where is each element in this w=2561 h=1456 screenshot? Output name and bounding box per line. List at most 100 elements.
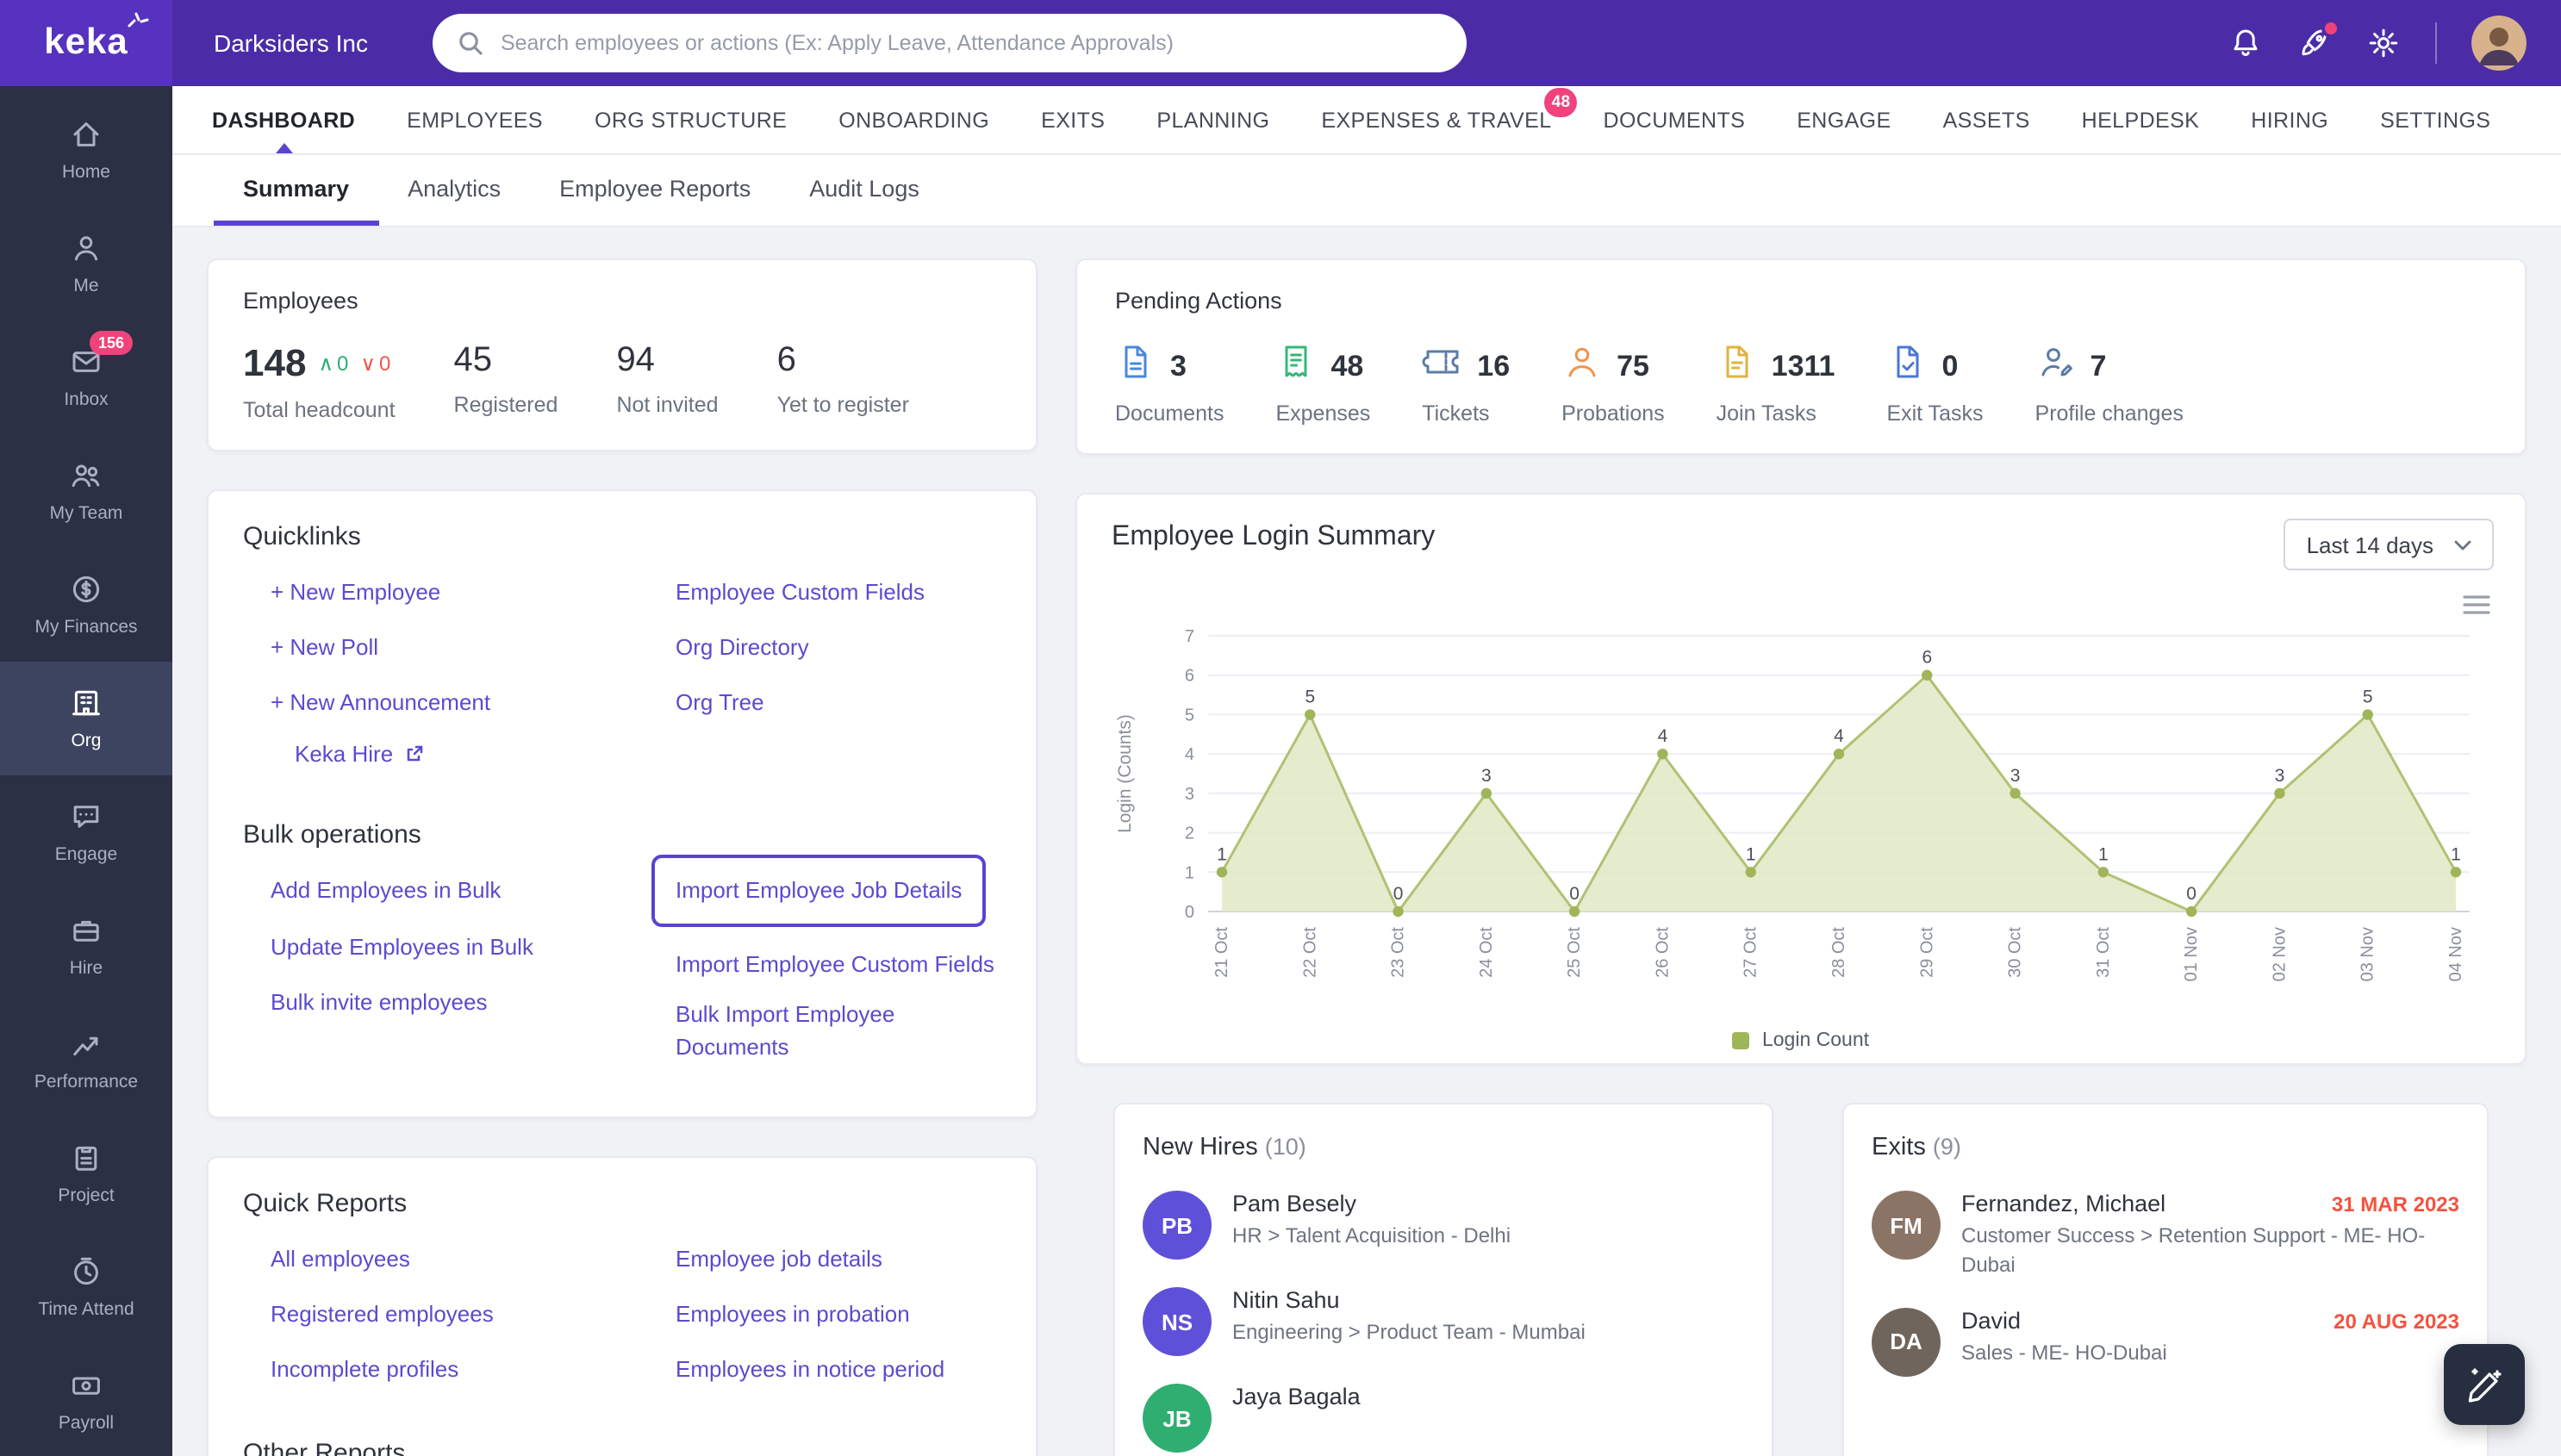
- quicklink-org-tree[interactable]: Org Tree: [676, 688, 764, 721]
- receipt-icon: [1275, 341, 1317, 391]
- nav-tab-assets[interactable]: ASSETS: [1917, 86, 2056, 153]
- sidebar-item-org[interactable]: Org: [0, 662, 172, 775]
- bulk-invite-employees[interactable]: Bulk invite employees: [271, 987, 487, 1020]
- quicklink-keka-hire[interactable]: Keka Hire: [295, 738, 393, 771]
- bulk-import-documents[interactable]: Bulk Import Employee Documents: [676, 999, 1001, 1064]
- nav-tab-employees[interactable]: EMPLOYEES: [381, 86, 569, 153]
- bulk-add-employees[interactable]: Add Employees in Bulk: [271, 876, 501, 909]
- date-range-dropdown[interactable]: Last 14 days: [2284, 519, 2494, 570]
- sidebar-item-home[interactable]: Home: [0, 93, 172, 207]
- new-hire-row[interactable]: NS Nitin Sahu Engineering > Product Team…: [1143, 1287, 1744, 1356]
- settings-gear-icon[interactable]: [2366, 26, 2401, 60]
- subtab-audit-logs[interactable]: Audit Logs: [780, 155, 949, 226]
- subtab-label: Employee Reports: [559, 175, 751, 201]
- sidebar-item-me[interactable]: Me: [0, 207, 172, 320]
- main-area: DASHBOARD EMPLOYEES ORG STRUCTURE ONBOAR…: [172, 86, 2561, 1456]
- nav-tab-engage[interactable]: ENGAGE: [1771, 86, 1916, 153]
- sidebar-item-project[interactable]: Project: [0, 1117, 172, 1230]
- hire-icon: [69, 913, 103, 948]
- bulk-import-job-details[interactable]: Import Employee Job Details: [676, 876, 962, 909]
- person-icon: [1561, 341, 1603, 391]
- nav-tab-label: DASHBOARD: [212, 108, 356, 132]
- sidebar-item-engage[interactable]: Engage: [0, 775, 172, 889]
- sidebar-item-payroll[interactable]: Payroll: [0, 1344, 172, 1456]
- inbox-badge: 156: [90, 331, 134, 355]
- svg-text:5: 5: [1185, 706, 1194, 725]
- sidebar-item-time-attend[interactable]: Time Attend: [0, 1230, 172, 1344]
- report-employees-notice-period[interactable]: Employees in notice period: [676, 1354, 944, 1387]
- pending-label: Profile changes: [2034, 401, 2184, 426]
- nav-tab-expenses-travel[interactable]: EXPENSES & TRAVEL 48: [1295, 86, 1578, 153]
- nav-tab-documents[interactable]: DOCUMENTS: [1578, 86, 1772, 153]
- pending-join-tasks[interactable]: 1311 Join Tasks: [1717, 341, 1835, 426]
- nav-tab-label: ORG STRUCTURE: [594, 108, 788, 132]
- exit-row[interactable]: DA David 20 AUG 2023 Sales - ME- HO-Duba…: [1872, 1307, 2459, 1377]
- report-employee-job-details[interactable]: Employee job details: [676, 1244, 882, 1277]
- chart-context-menu-icon[interactable]: [2463, 594, 2490, 615]
- pending-tickets[interactable]: 16 Tickets: [1422, 341, 1510, 426]
- pending-documents[interactable]: 3 Documents: [1115, 341, 1224, 426]
- avatar: DA: [1872, 1307, 1941, 1377]
- svg-text:25 Oct: 25 Oct: [1565, 927, 1584, 978]
- sidebar: Home Me 156 Inbox My Team My Finances Or…: [0, 86, 172, 1456]
- nav-tab-org-structure[interactable]: ORG STRUCTURE: [569, 86, 813, 153]
- pending-expenses[interactable]: 48 Expenses: [1275, 341, 1370, 426]
- user-avatar[interactable]: [2471, 16, 2527, 71]
- sidebar-item-label: Me: [73, 276, 99, 296]
- assistant-button[interactable]: [2444, 1344, 2525, 1425]
- svg-text:29 Oct: 29 Oct: [1917, 927, 1936, 978]
- subtab-summary[interactable]: Summary: [214, 155, 379, 226]
- avatar: PB: [1143, 1191, 1212, 1260]
- document-icon: [1115, 341, 1156, 391]
- chart-legend[interactable]: Login Count: [1112, 1030, 2490, 1051]
- pending-count: 7: [2090, 349, 2107, 382]
- quicklink-org-directory[interactable]: Org Directory: [676, 632, 809, 665]
- sidebar-item-my-finances[interactable]: My Finances: [0, 548, 172, 662]
- quicklink-new-poll[interactable]: + New Poll: [271, 632, 378, 665]
- logo-spark-icon: [128, 12, 150, 28]
- svg-text:5: 5: [2363, 687, 2373, 706]
- quicklink-new-employee[interactable]: + New Employee: [271, 577, 440, 610]
- new-hire-row[interactable]: JB Jaya Bagala: [1143, 1384, 1744, 1453]
- nav-tab-dashboard[interactable]: DASHBOARD: [186, 86, 381, 153]
- nav-tab-helpdesk[interactable]: HELPDESK: [2056, 86, 2226, 153]
- nav-tab-label: ONBOARDING: [838, 108, 990, 132]
- notifications-bell-icon[interactable]: [2228, 26, 2263, 60]
- svg-text:01 Nov: 01 Nov: [2182, 927, 2201, 981]
- keka-logo[interactable]: keka: [0, 0, 172, 86]
- sidebar-item-inbox[interactable]: 156 Inbox: [0, 320, 172, 434]
- nav-tab-settings[interactable]: SETTINGS: [2354, 86, 2516, 153]
- subtab-employee-reports[interactable]: Employee Reports: [530, 155, 780, 226]
- pending-profile-changes[interactable]: 7 Profile changes: [2035, 341, 2184, 426]
- svg-text:21 Oct: 21 Oct: [1212, 927, 1231, 978]
- nav-tab-label: HIRING: [2251, 108, 2329, 132]
- other-reports-title: Other Reports: [243, 1439, 406, 1456]
- subtab-analytics[interactable]: Analytics: [378, 155, 530, 226]
- pending-probations[interactable]: 75 Probations: [1561, 341, 1665, 426]
- pending-actions-card: Pending Actions 3 Documents 48 Expenses …: [1075, 258, 2527, 455]
- global-search[interactable]: [433, 14, 1467, 72]
- pending-exit-tasks[interactable]: 0 Exit Tasks: [1886, 341, 1984, 426]
- sidebar-item-performance[interactable]: Performance: [0, 1003, 172, 1117]
- quicklink-new-announcement[interactable]: + New Announcement: [271, 688, 490, 721]
- bulk-import-custom-fields[interactable]: Import Employee Custom Fields: [676, 949, 994, 981]
- svg-text:22 Oct: 22 Oct: [1300, 927, 1319, 978]
- sidebar-item-my-team[interactable]: My Team: [0, 434, 172, 548]
- quicklink-employee-custom-fields[interactable]: Employee Custom Fields: [676, 577, 925, 610]
- pending-count: 1311: [1771, 349, 1835, 382]
- report-incomplete-profiles[interactable]: Incomplete profiles: [271, 1354, 458, 1387]
- sidebar-item-hire[interactable]: Hire: [0, 889, 172, 1003]
- new-hire-row[interactable]: PB Pam Besely HR > Talent Acquisition - …: [1143, 1191, 1744, 1260]
- nav-tab-onboarding[interactable]: ONBOARDING: [813, 86, 1015, 153]
- nav-tab-hiring[interactable]: HIRING: [2225, 86, 2354, 153]
- stat-value: 6: [776, 341, 796, 379]
- report-all-employees[interactable]: All employees: [271, 1244, 410, 1277]
- whats-new-rocket-icon[interactable]: [2297, 19, 2340, 60]
- report-registered-employees[interactable]: Registered employees: [271, 1299, 494, 1332]
- bulk-update-employees[interactable]: Update Employees in Bulk: [271, 931, 533, 964]
- nav-tab-exits[interactable]: EXITS: [1015, 86, 1131, 153]
- nav-tab-planning[interactable]: PLANNING: [1131, 86, 1295, 153]
- search-input[interactable]: [500, 31, 1443, 55]
- report-employees-in-probation[interactable]: Employees in probation: [676, 1299, 910, 1332]
- exit-row[interactable]: FM Fernandez, Michael 31 MAR 2023 Custom…: [1872, 1191, 2459, 1279]
